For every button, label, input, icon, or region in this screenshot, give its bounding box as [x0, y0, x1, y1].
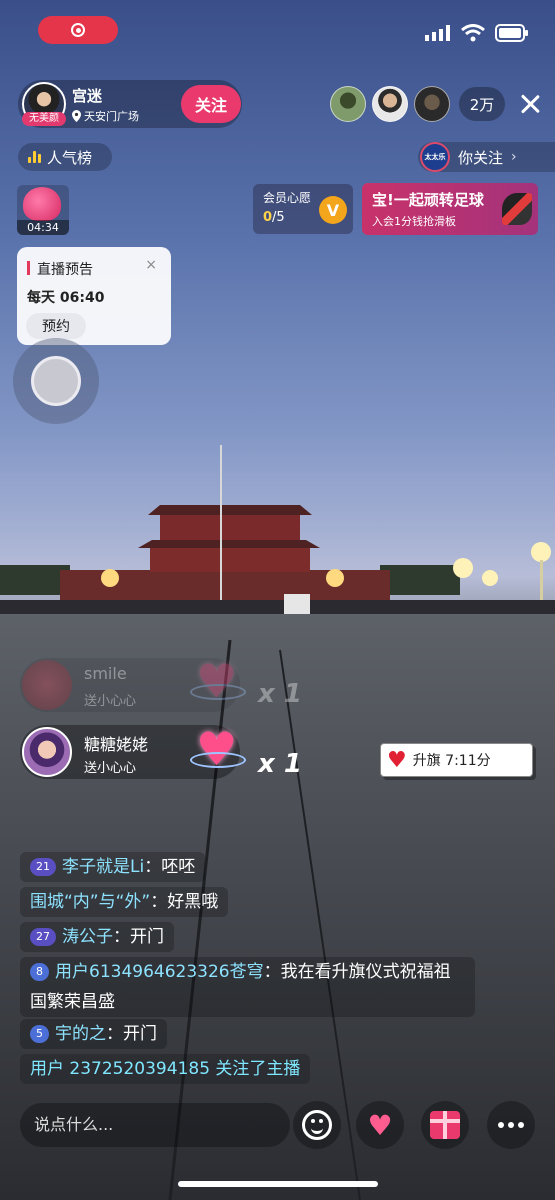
gift-text: 送小心心: [84, 694, 137, 709]
chat-separator: ：: [106, 1024, 123, 1044]
anchor-name: 宫迷: [72, 87, 103, 105]
followed-shop-pill[interactable]: 太太乐 你关注 ›: [418, 142, 555, 172]
promo-title: 宝!一起顽转足球: [372, 191, 484, 209]
chevron-right-icon: ›: [511, 149, 517, 165]
level-badge: 8: [30, 963, 49, 981]
wifi-icon: [461, 24, 485, 42]
followed-label: 你关注: [458, 148, 504, 167]
chat-separator: ：: [263, 962, 281, 982]
viewer-avatar[interactable]: [330, 86, 366, 122]
reserve-button[interactable]: 预约: [26, 313, 86, 339]
heart-icon: ♥: [387, 747, 407, 773]
gift-timer: 04:34: [17, 220, 69, 235]
heart-gift-icon: [190, 654, 246, 708]
status-icons: [425, 24, 529, 42]
gift-button[interactable]: [421, 1101, 469, 1149]
heart-icon: ♥: [367, 1108, 393, 1142]
more-dots-icon: [498, 1122, 524, 1128]
close-icon[interactable]: ×: [145, 257, 157, 273]
chat-message: 21 李子就是Li：呸呸: [20, 852, 206, 882]
close-icon[interactable]: [516, 90, 544, 118]
floating-assist-ball[interactable]: [13, 338, 99, 424]
cellular-signal-icon: [425, 25, 450, 41]
chat-message: 8 用户6134964623326苍穹：我在看升旗仪式祝福祖国繁荣昌盛: [20, 957, 475, 1017]
smiley-icon: [302, 1110, 332, 1140]
chat-username[interactable]: 围城“内”与“外”: [30, 892, 150, 912]
notice-time: 每天 06:40: [27, 290, 105, 306]
battery-icon: [495, 24, 528, 42]
gift-count: x 1: [258, 679, 302, 709]
chat-message: 27 涛公子：开门: [20, 922, 174, 952]
chat-message: 围城“内”与“外”：好黑哦: [20, 887, 229, 917]
chat-text: 开门: [130, 927, 164, 947]
chat-text: 开门: [123, 1024, 157, 1044]
gift-icon: [430, 1111, 460, 1139]
bar-chart-icon: [28, 151, 41, 163]
chat-username[interactable]: 宇的之: [55, 1024, 106, 1044]
record-icon: [71, 23, 85, 37]
gift-timer-box[interactable]: 04:34: [17, 185, 69, 235]
member-title: 会员心愿: [263, 191, 312, 205]
heart-button[interactable]: ♥: [356, 1101, 404, 1149]
chat-username[interactable]: 用户6134964623326苍穹: [55, 962, 264, 982]
gift-count: x 1: [258, 749, 302, 779]
chat-username[interactable]: 涛公子: [62, 927, 113, 947]
chat-separator: ：: [150, 892, 168, 912]
location-pin-icon: [72, 110, 81, 122]
chat-username[interactable]: 李子就是Li: [62, 857, 144, 877]
accent-bar: [27, 261, 30, 275]
recording-pill: [38, 16, 118, 44]
level-badge: 5: [30, 1025, 49, 1043]
avatar[interactable]: [22, 727, 72, 777]
viewer-count[interactable]: 2万: [459, 87, 505, 121]
chat-text: 呸呸: [161, 857, 196, 877]
chat-message: 5 宇的之：开门: [20, 1019, 167, 1049]
member-progress: 0/5: [263, 210, 285, 225]
level-badge: 21: [30, 858, 56, 876]
popularity-rank-button[interactable]: 人气榜: [18, 143, 112, 171]
heart-gift-icon: [190, 722, 246, 776]
flag-raising-label: 升旗 7:11分: [412, 753, 491, 769]
beauty-tag: 无美颜: [22, 112, 66, 126]
flag-raising-badge[interactable]: ♥ 升旗 7:11分: [380, 743, 533, 777]
chat-text: 好黑哦: [167, 892, 219, 912]
football-shoe-icon: [502, 193, 532, 225]
chat-separator: ：: [144, 857, 162, 877]
avatar[interactable]: [22, 660, 72, 710]
chat-separator: ：: [113, 927, 130, 947]
system-message: 用户 2372520394185 关注了主播: [20, 1054, 311, 1084]
home-indicator[interactable]: [178, 1181, 378, 1187]
emoji-button[interactable]: [293, 1101, 341, 1149]
follow-button[interactable]: 关注: [181, 85, 241, 123]
viewer-avatar[interactable]: [414, 86, 450, 122]
level-badge: 27: [30, 928, 56, 946]
more-button[interactable]: [487, 1101, 535, 1149]
promo-banner[interactable]: 宝!一起顽转足球 入会1分钱抢滑板: [362, 183, 538, 235]
viewer-avatar[interactable]: [372, 86, 408, 122]
shop-logo: 太太乐: [420, 142, 450, 172]
gift-sender-name: 糖糖姥姥: [84, 735, 149, 754]
gift-bag-icon: [23, 187, 61, 221]
gift-text: 送小心心: [84, 761, 137, 776]
comment-input[interactable]: 说点什么...: [20, 1103, 290, 1147]
anchor-location: 天安门广场: [72, 108, 139, 124]
notice-title: 直播预告: [37, 262, 93, 278]
rank-label: 人气榜: [47, 148, 93, 167]
promo-subtitle: 入会1分钱抢滑板: [372, 215, 456, 228]
member-wish-card[interactable]: 会员心愿 0/5 V: [253, 184, 353, 234]
gift-sender-name: smile: [84, 664, 127, 683]
vip-badge-icon: V: [319, 196, 347, 224]
location-text: 天安门广场: [84, 110, 139, 123]
